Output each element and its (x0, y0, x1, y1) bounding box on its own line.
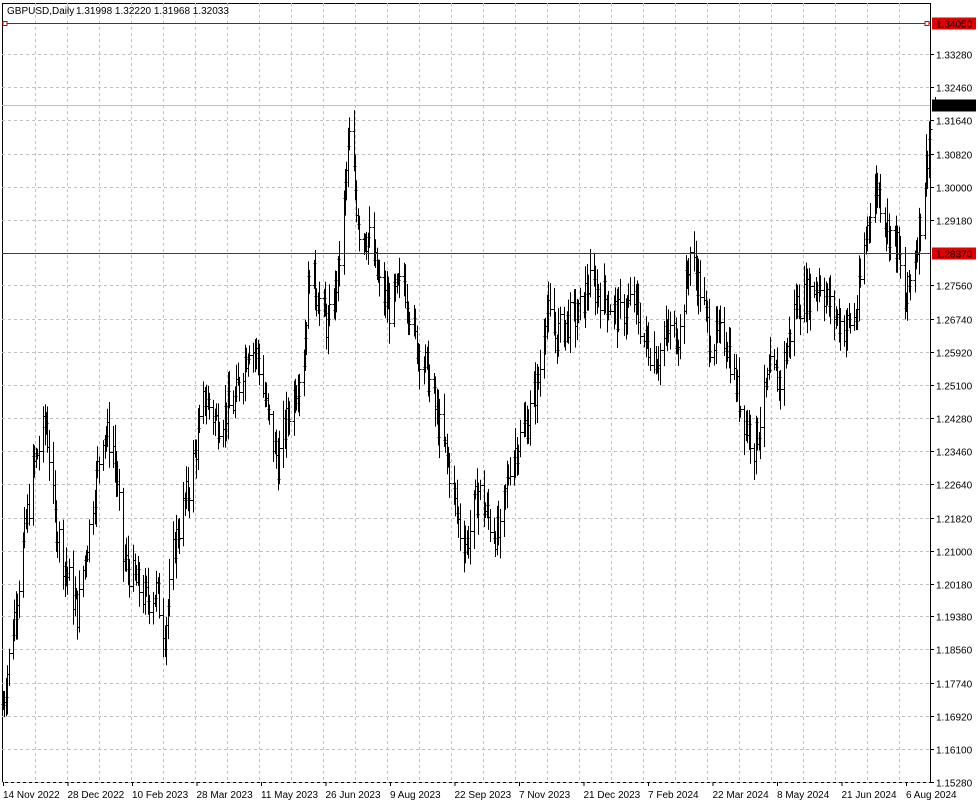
y-tick-label: 1.25100 (936, 382, 973, 393)
y-tick-label: 1.30820 (936, 151, 973, 162)
y-tick-label: 1.18560 (936, 646, 973, 657)
y-tick-label: 1.24280 (936, 415, 973, 426)
x-tick-label: 8 May 2024 (777, 790, 830, 801)
x-tick-label: 10 Feb 2023 (132, 790, 189, 801)
y-tick-label: 1.23460 (936, 448, 973, 459)
x-tick-label: 14 Nov 2022 (3, 790, 60, 801)
x-tick-label: 11 May 2023 (261, 790, 319, 801)
level-label: 1.34050 (936, 20, 973, 31)
y-tick-label: 1.15280 (936, 779, 973, 790)
y-tick-label: 1.16100 (936, 746, 973, 757)
chart-root: 1.32033 1.34050 1.28370 1.33280 1.32460 1.31… (0, 0, 978, 805)
x-tick-label: 21 Dec 2023 (584, 790, 641, 801)
y-tick-label: 1.21820 (936, 515, 973, 526)
symbol-title: GBPUSD,Daily (7, 6, 74, 17)
level-label: 1.28370 (936, 250, 973, 261)
x-tick-label: 22 Sep 2023 (455, 790, 512, 801)
x-tick-label: 28 Mar 2023 (197, 790, 254, 801)
y-tick-label: 1.32460 (936, 84, 973, 95)
x-tick-label: 22 Mar 2024 (713, 790, 770, 801)
y-tick-label: 1.27560 (936, 282, 973, 293)
x-tick-label: 6 Aug 2024 (906, 790, 957, 801)
x-tick-label: 9 Aug 2023 (390, 790, 441, 801)
price-axis: 1.33280 1.32460 1.31640 1.30820 1.30000 1.291… (930, 51, 973, 790)
level-handle-left (2, 21, 8, 26)
y-tick-label: 1.25920 (936, 349, 973, 360)
symbol-header: GBPUSD,Daily 1.31998 1.32220 1.31968 1.3… (7, 6, 229, 17)
current-price-label: 1.32033 (936, 102, 973, 113)
y-tick-label: 1.30000 (936, 184, 973, 195)
y-tick-label: 1.20180 (936, 581, 973, 592)
x-tick-label: 28 Dec 2022 (68, 790, 125, 801)
x-tick-label: 7 Feb 2024 (648, 790, 699, 801)
x-tick-label: 26 Jun 2023 (326, 790, 381, 801)
y-tick-label: 1.22640 (936, 481, 973, 492)
ohlc-readout: 1.31998 1.32220 1.31968 1.32033 (76, 6, 229, 17)
y-tick-label: 1.21000 (936, 548, 973, 559)
y-tick-label: 1.16920 (936, 713, 973, 724)
y-tick-label: 1.26740 (936, 316, 973, 327)
y-tick-label: 1.31640 (936, 117, 973, 128)
y-tick-label: 1.17740 (936, 680, 973, 691)
chart-svg[interactable]: 1.32033 1.34050 1.28370 1.33280 1.32460 1.31… (0, 0, 978, 805)
x-tick-label: 21 Jun 2024 (842, 790, 897, 801)
level-handle-right (924, 21, 930, 26)
y-tick-label: 1.19380 (936, 613, 973, 624)
y-tick-label: 1.33280 (936, 51, 973, 62)
x-tick-label: 7 Nov 2023 (519, 790, 571, 801)
y-tick-label: 1.29180 (936, 217, 973, 228)
